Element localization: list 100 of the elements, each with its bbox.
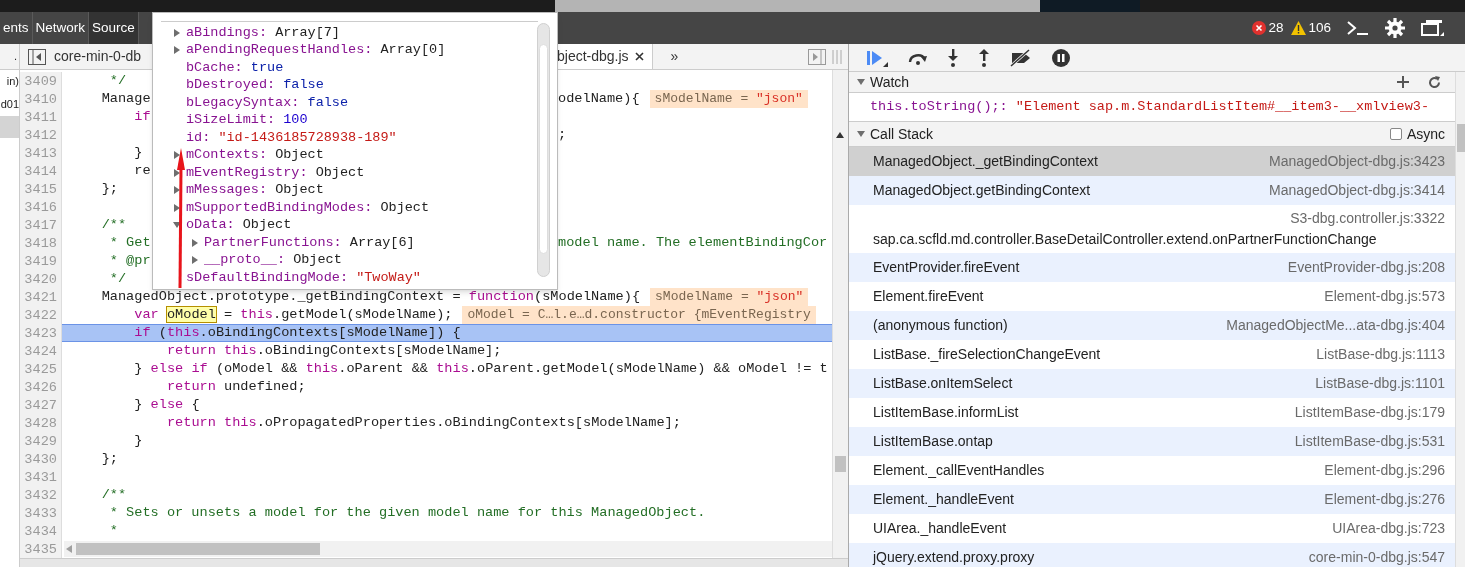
source-location[interactable]: ListBase-dbg.js:1113 [1304,344,1445,365]
scrollbar-thumb[interactable] [835,456,846,472]
source-location[interactable]: ListBase-dbg.js:1101 [1303,373,1445,394]
expand-arrow-icon[interactable] [191,238,199,247]
step-out-icon[interactable] [978,48,990,67]
panel-toggle-icon[interactable] [808,48,826,65]
call-frame[interactable]: ManagedObject.getBindingContext ManagedObject-dbg.js:3414 [849,176,1455,205]
source-location[interactable]: Element-dbg.js:573 [1312,286,1445,307]
pause-icon[interactable] [1052,48,1070,67]
add-icon[interactable] [1397,76,1409,88]
line-number: 3432 [20,486,62,504]
call-frame[interactable]: EventProvider.fireEvent EventProvider-dbg.js:208 [849,253,1455,282]
error-icon[interactable] [1252,21,1267,35]
collapse-arrow-icon[interactable] [173,221,181,230]
function-name: Element.fireEvent [873,287,984,306]
drag-handle-icon[interactable] [832,49,842,64]
console-icon[interactable] [1347,20,1369,36]
call-frame[interactable]: (anonymous function) ManagedObjectMe...ata-dbg.js:404 [849,311,1455,340]
line-number: 3428 [20,414,62,432]
warning-icon[interactable] [1291,21,1307,35]
horizontal-scrollbar[interactable] [64,541,832,557]
expand-arrow-icon[interactable] [173,151,181,160]
expand-arrow-icon[interactable] [173,46,181,55]
property-entry[interactable]: aBindings: Array[7] [186,22,340,43]
source-location[interactable]: ManagedObject-dbg.js:3423 [1257,151,1445,172]
section-header[interactable]: Call Stack Async [849,122,1455,147]
warning-count[interactable]: 106 [1308,17,1331,39]
async-checkbox[interactable] [1389,128,1402,140]
code-line: */ [108,270,127,288]
sidebar-scrollbar[interactable] [1455,72,1465,567]
file-tree-item[interactable]: d01 [0,93,19,116]
panel-tab[interactable]: Source [89,12,139,44]
code-line: return this.oPropagatedProperties.oBindingContexts[sModelName]; [165,414,681,432]
line-number: 3434 [20,522,62,540]
vertical-scrollbar[interactable] [832,70,848,558]
function-name: Element._handleEvent [873,490,1014,509]
source-location[interactable]: ManagedObjectMe...ata-dbg.js:404 [1214,315,1445,336]
function-name: ListItemBase.ontap [873,432,993,451]
resume-icon[interactable] [867,48,889,67]
function-name: (anonymous function) [873,316,1008,335]
line-number: 3427 [20,396,62,414]
scrollbar-thumb[interactable] [539,44,548,254]
line-number: 3419 [20,252,62,270]
code-line: odelName){ [558,90,640,108]
code-line: if (this.oBindingContexts[sModelName]) { [133,325,461,341]
call-frame[interactable]: jQuery.extend.proxy.proxy core-min-0-dbg.js:547 [849,543,1455,567]
code-line: re [133,162,151,180]
inline-value: oModel = C…l.e…d.constructor {mEventRegistry [462,306,816,324]
function-name: ListItemBase.informList [873,403,1019,422]
step-into-icon[interactable] [947,48,959,67]
code-line: * Get [108,234,151,252]
code-line: * Sets or unsets a model for the given model name for this ManagedObject. [108,504,706,522]
expand-arrow-icon[interactable] [173,28,181,37]
line-number: 3426 [20,378,62,396]
deactivate-breakpoints-icon[interactable] [1009,48,1033,67]
section-header[interactable]: Watch [849,72,1455,93]
code-line: } else if (oModel && this.oParent && this.oParent.getModel(sModelName) && oModel != t [133,360,828,378]
source-location[interactable]: S3-dbg.controller.js:3322 [1290,208,1445,229]
line-number: 3411 [20,108,62,126]
code-line: ; [558,126,567,144]
source-location[interactable]: UIArea-dbg.js:723 [1320,518,1445,539]
call-frame[interactable]: ListItemBase.ontap ListItemBase-dbg.js:531 [849,427,1455,456]
source-location[interactable]: ListItemBase-dbg.js:531 [1282,431,1445,452]
refresh-icon[interactable] [1428,75,1441,89]
scroll-up-icon[interactable] [836,132,844,138]
source-location[interactable]: Element-dbg.js:276 [1312,489,1445,510]
code-line: * [108,522,118,540]
popover-scrollbar[interactable] [537,23,550,277]
sidebar-toggle-icon[interactable] [28,48,46,65]
source-location[interactable]: EventProvider-dbg.js:208 [1275,257,1445,278]
function-name: EventProvider.fireEvent [873,258,1020,277]
code-line: var oModel = this.getModel(sModelName); [133,306,453,324]
error-count[interactable]: 28 [1268,17,1284,39]
scrollbar-thumb[interactable] [1457,124,1465,152]
expand-arrow-icon[interactable] [173,203,181,212]
line-number: 3417 [20,216,62,234]
source-location[interactable]: ListItemBase-dbg.js:179 [1282,402,1445,423]
close-icon[interactable] [634,52,644,61]
collapse-arrow-icon[interactable] [857,130,865,138]
expand-arrow-icon[interactable] [173,168,181,177]
source-location[interactable]: Element-dbg.js:296 [1312,460,1445,481]
expand-arrow-icon[interactable] [191,256,199,265]
dock-icon[interactable] [1421,19,1445,37]
function-name: jQuery.extend.proxy.proxy [873,548,1035,567]
line-number: 3414 [20,162,62,180]
function-name: ManagedObject._getBindingContext [873,152,1098,171]
scrollbar-thumb[interactable] [76,543,320,555]
collapse-arrow-icon[interactable] [857,78,865,86]
call-frame[interactable]: ListBase.onItemSelect ListBase-dbg.js:1101 [849,369,1455,398]
source-location[interactable]: core-min-0-dbg.js:547 [1296,547,1445,567]
code-line: } [133,432,143,450]
line-number: 3413 [20,144,62,162]
settings-icon[interactable] [1385,18,1405,38]
source-location[interactable]: ManagedObject-dbg.js:3414 [1257,180,1445,201]
call-frame[interactable]: ManagedObject._getBindingContext ManagedObject-dbg.js:3423 [849,147,1455,176]
expand-arrow-icon[interactable] [173,186,181,195]
call-frame[interactable]: Element._handleEvent Element-dbg.js:276 [849,485,1455,514]
more-tabs-button[interactable]: » [670,46,679,67]
file-tree-item[interactable]: in) [0,70,19,93]
watch-expression[interactable]: this.toString();: "Element sap.m.StandardListItem#__item3-__xmlview3- [870,96,1429,118]
